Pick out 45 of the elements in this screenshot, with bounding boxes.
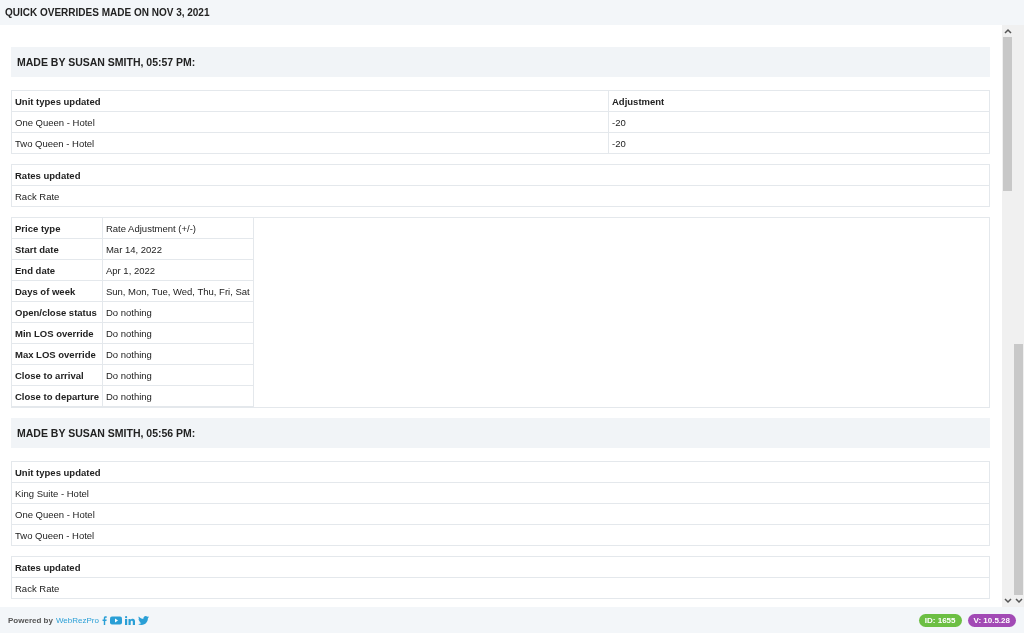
detail-label: Close to departure xyxy=(12,385,103,407)
id-badge: ID: 1655 xyxy=(918,613,962,627)
powered-by-text: Powered by xyxy=(8,615,53,625)
section-heading: MADE BY SUSAN SMITH, 05:57 PM: xyxy=(11,47,990,77)
detail-value: Do nothing xyxy=(102,322,254,344)
detail-label: Open/close status xyxy=(12,301,103,323)
detail-value: Apr 1, 2022 xyxy=(102,259,254,281)
column-header: Rates updated xyxy=(11,164,990,186)
scrollbar-thumb[interactable] xyxy=(1003,37,1012,191)
detail-value: Do nothing xyxy=(102,343,254,365)
table-cell: One Queen - Hotel xyxy=(11,111,609,133)
table-cell: Rack Rate xyxy=(11,577,990,599)
youtube-icon[interactable] xyxy=(109,615,122,625)
table-cell: Rack Rate xyxy=(11,185,990,207)
detail-value: Sun, Mon, Tue, Wed, Thu, Fri, Sat xyxy=(102,280,254,302)
linkedin-icon[interactable] xyxy=(124,615,135,625)
detail-value: Rate Adjustment (+/-) xyxy=(102,218,254,239)
detail-label: Close to arrival xyxy=(12,364,103,386)
detail-label: Min LOS override xyxy=(12,322,103,344)
detail-value: Do nothing xyxy=(102,301,254,323)
detail-label: Start date xyxy=(12,238,103,260)
brand-link[interactable]: WebRezPro xyxy=(55,615,99,625)
facebook-icon[interactable] xyxy=(101,615,107,625)
detail-label: Price type xyxy=(12,218,103,239)
table-cell: -20 xyxy=(608,132,990,154)
table-cell: One Queen - Hotel xyxy=(11,503,990,525)
page-title: QUICK OVERRIDES MADE ON NOV 3, 2021 xyxy=(5,7,210,18)
detail-value: Do nothing xyxy=(102,364,254,386)
column-header: Unit types updated xyxy=(11,461,990,483)
scrollbar-thumb[interactable] xyxy=(1014,344,1023,596)
column-header: Adjustment xyxy=(608,90,990,112)
table-cell: King Suite - Hotel xyxy=(11,482,990,504)
column-header: Unit types updated xyxy=(11,90,609,112)
twitter-bird-icon[interactable] xyxy=(137,615,149,625)
table-cell: -20 xyxy=(608,111,990,133)
detail-value: Do nothing xyxy=(102,385,254,407)
section-heading: MADE BY SUSAN SMITH, 05:56 PM: xyxy=(11,418,990,448)
table-cell: Two Queen - Hotel xyxy=(11,132,609,154)
version-badge: V: 10.5.28 xyxy=(967,613,1016,627)
detail-value: Mar 14, 2022 xyxy=(102,238,254,260)
detail-label: Max LOS override xyxy=(12,343,103,365)
table-cell: Two Queen - Hotel xyxy=(11,524,990,546)
detail-label: Days of week xyxy=(12,280,103,302)
column-header: Rates updated xyxy=(11,556,990,578)
detail-label: End date xyxy=(12,259,103,281)
